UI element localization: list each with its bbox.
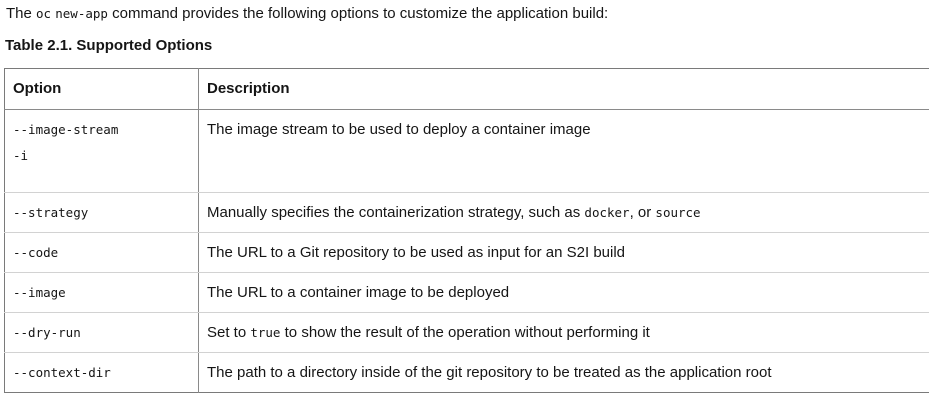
code-source: source <box>655 205 701 220</box>
code-true: true <box>250 325 281 340</box>
intro-text-after: command provides the following options t… <box>107 5 609 22</box>
documentation-page: The oc new-app command provides the foll… <box>0 0 930 402</box>
description-cell: The image stream to be used to deploy a … <box>198 109 929 193</box>
intro-text-before: The <box>6 5 37 22</box>
table-row: --image The URL to a container image to … <box>4 272 929 313</box>
option-cell: --strategy <box>4 192 199 233</box>
description-cell: Manually specifies the containerization … <box>198 192 929 233</box>
description-cell: The URL to a container image to be deplo… <box>198 272 929 313</box>
table-caption: Table 2.1. Supported Options <box>5 37 213 54</box>
option-name: --image-stream <box>13 122 119 137</box>
table-row: --code The URL to a Git repository to be… <box>4 232 929 273</box>
description-cell: The URL to a Git repository to be used a… <box>198 232 929 273</box>
supported-options-table: Option Description --image-stream -i The… <box>4 68 929 393</box>
column-header-description: Description <box>198 68 929 110</box>
description-cell: Set to true to show the result of the op… <box>198 312 929 353</box>
option-cell: --image <box>4 272 199 313</box>
intro-paragraph: The oc new-app command provides the foll… <box>6 4 608 24</box>
description-cell: The path to a directory inside of the gi… <box>207 364 772 381</box>
table-row: --image-stream -i The image stream to be… <box>4 109 929 193</box>
option-cell: --code <box>4 232 199 273</box>
option-cell: --context-dir <box>4 352 199 393</box>
table-row: --context-dir The path to a directory in… <box>4 352 930 393</box>
table-row: --strategy Manually specifies the contai… <box>4 192 929 233</box>
option-alias: -i <box>13 148 29 163</box>
option-cell: --dry-run <box>4 312 199 353</box>
table-row: --dry-run Set to true to show the result… <box>4 312 929 353</box>
column-header-option: Option <box>4 68 199 110</box>
table-header-row: Option Description <box>4 68 929 110</box>
command-code-new-app: new-app <box>55 6 108 21</box>
code-docker: docker <box>584 205 630 220</box>
option-cell: --image-stream -i <box>4 109 199 193</box>
command-code-oc: oc <box>36 6 52 21</box>
